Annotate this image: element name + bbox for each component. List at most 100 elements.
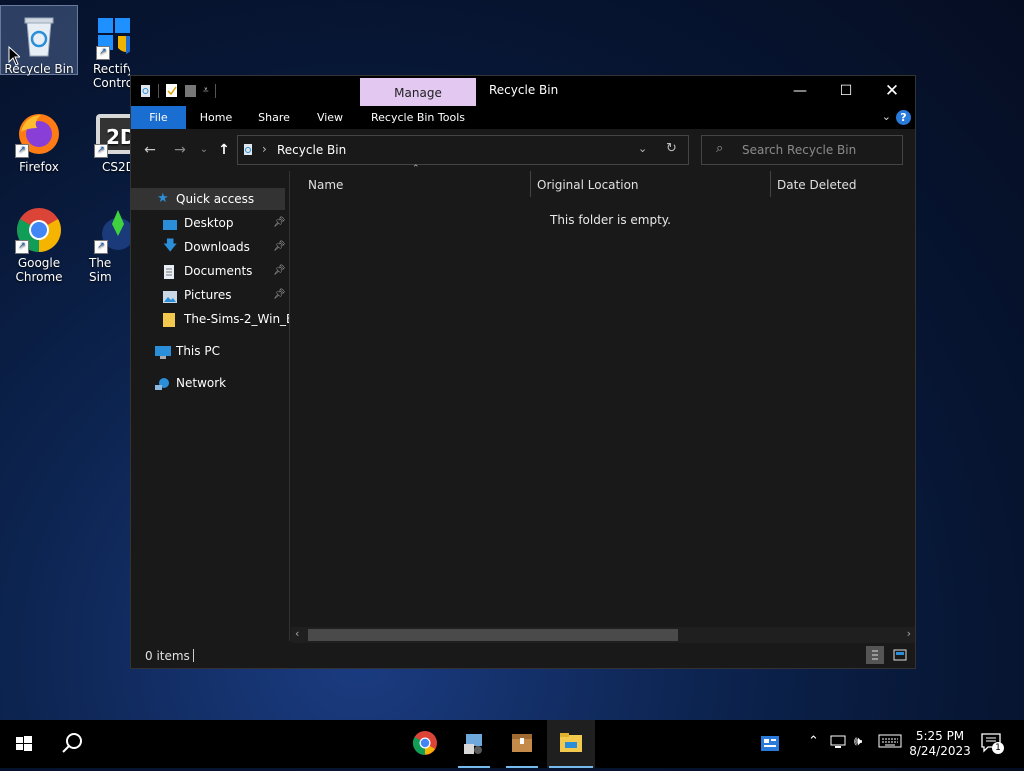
- close-button[interactable]: ✕: [869, 76, 915, 106]
- column-header-date-deleted[interactable]: Date Deleted: [777, 178, 857, 192]
- keyboard-icon[interactable]: [878, 734, 902, 752]
- firefox-icon: ↗: [15, 110, 63, 158]
- notification-center-button[interactable]: 1: [980, 732, 1006, 756]
- desktop-icon-label: Rectify11 Contro: [93, 62, 130, 90]
- nav-pictures[interactable]: Pictures 📌︎: [163, 284, 289, 306]
- desktop-icon-cs2d[interactable]: 2D ↗ CS2D: [80, 104, 130, 174]
- star-icon: ★: [157, 191, 169, 206]
- tab-home[interactable]: Home: [191, 106, 241, 129]
- maximize-button[interactable]: ☐: [823, 76, 869, 106]
- taskbar-control-panel[interactable]: [450, 720, 498, 768]
- navigation-pane: ★ Quick access Desktop 📌︎ 🡇 Downloads 📌︎…: [131, 171, 289, 641]
- search-button[interactable]: [48, 720, 96, 768]
- nav-label: This PC: [176, 344, 220, 358]
- tab-manage[interactable]: Manage: [360, 78, 476, 106]
- item-count: 0 items: [145, 649, 190, 663]
- nav-downloads[interactable]: 🡇 Downloads 📌︎: [163, 236, 289, 258]
- taskbar-chrome[interactable]: [401, 720, 449, 768]
- column-separator[interactable]: [530, 171, 531, 197]
- package-icon: [512, 734, 532, 752]
- pane-splitter[interactable]: [289, 171, 290, 641]
- clock-date: 8/24/2023: [909, 744, 971, 758]
- document-icon: [163, 264, 177, 279]
- column-header-original-location[interactable]: Original Location: [537, 178, 639, 192]
- clock-time: 5:25 PM: [915, 729, 965, 743]
- back-arrow-icon[interactable]: ←: [141, 141, 159, 159]
- desktop-icon-label: Google Chrome: [15, 256, 63, 284]
- window-title: Recycle Bin: [489, 83, 559, 97]
- taskbar-file-explorer[interactable]: [547, 720, 595, 768]
- refresh-icon[interactable]: ↻: [666, 141, 677, 156]
- column-header-name[interactable]: Name: [308, 178, 343, 192]
- details-view-icon[interactable]: [866, 646, 884, 664]
- navigation-bar: ← → ⌄ ↑ › Recycle Bin ⌄ ↻ ⌕ Search Recyc…: [131, 129, 915, 171]
- status-bar: 0 items: [131, 643, 915, 668]
- new-folder-icon[interactable]: [184, 83, 197, 98]
- nav-label: Network: [176, 376, 227, 390]
- nav-quick-access[interactable]: ★ Quick access: [131, 188, 285, 210]
- scrollbar-thumb[interactable]: [308, 629, 678, 641]
- search-box[interactable]: ⌕ Search Recycle Bin: [701, 135, 903, 165]
- minimize-button[interactable]: —: [777, 76, 823, 106]
- status-separator: [193, 649, 194, 662]
- taskbar-package-app[interactable]: [498, 720, 546, 768]
- widgets-button[interactable]: [746, 720, 794, 768]
- breadcrumb-chevron-icon[interactable]: ›: [262, 142, 267, 156]
- large-icons-view-icon[interactable]: [891, 646, 909, 664]
- tab-share[interactable]: Share: [249, 106, 299, 129]
- expand-ribbon-icon[interactable]: ⌄: [882, 110, 891, 123]
- desktop-icon-rectify11[interactable]: ↗ Rectify11 Contro: [80, 6, 130, 90]
- desktop-icon-the-sims[interactable]: ↗ The Sim: [80, 200, 130, 284]
- nav-folder-the-sims[interactable]: The-Sims-2_Win_EN: [163, 308, 289, 330]
- pictures-icon: [163, 288, 177, 303]
- forward-arrow-icon[interactable]: →: [171, 141, 189, 159]
- desktop-folder-icon: [163, 216, 177, 230]
- desktop-icon-label: Firefox: [19, 160, 59, 174]
- network-icon: [155, 376, 169, 390]
- show-hidden-icons-chevron-icon[interactable]: ⌃: [808, 734, 819, 749]
- desktop-icon-firefox[interactable]: ↗ Firefox: [1, 104, 77, 174]
- recent-locations-chevron-icon[interactable]: ⌄: [195, 141, 213, 159]
- customize-qat-icon[interactable]: ⩡: [203, 85, 209, 96]
- nav-label: The-Sims-2_Win_EN: [184, 312, 289, 326]
- tab-file[interactable]: File: [131, 106, 186, 129]
- system-clock[interactable]: 5:25 PM 8/24/2023: [902, 729, 978, 759]
- pin-icon: 📌︎: [273, 241, 286, 252]
- tab-view[interactable]: View: [307, 106, 353, 129]
- pin-icon: 📌︎: [273, 265, 286, 276]
- nav-documents[interactable]: Documents 📌︎: [163, 260, 289, 282]
- desktop-icon-label: The Sim: [89, 256, 112, 284]
- nav-desktop[interactable]: Desktop 📌︎: [163, 212, 289, 234]
- search-placeholder: Search Recycle Bin: [742, 143, 857, 157]
- properties-icon[interactable]: [165, 83, 178, 98]
- ribbon-tabs: File Home Share View Recycle Bin Tools ⌄…: [131, 106, 915, 129]
- up-arrow-icon[interactable]: ↑: [215, 141, 233, 159]
- start-button[interactable]: [0, 720, 48, 768]
- control-panel-icon: [464, 734, 482, 754]
- tab-recycle-bin-tools[interactable]: Recycle Bin Tools: [360, 106, 476, 129]
- breadcrumb-recycle-bin[interactable]: Recycle Bin: [277, 143, 346, 157]
- recycle-bin-small-icon: [242, 142, 254, 159]
- network-tray-icon[interactable]: [830, 734, 848, 754]
- recycle-bin-icon: [15, 12, 63, 60]
- search-icon: [62, 733, 82, 753]
- volume-icon[interactable]: 🕪︎: [854, 734, 862, 749]
- nav-this-pc[interactable]: This PC: [155, 340, 285, 362]
- scroll-left-icon[interactable]: ‹: [295, 627, 299, 640]
- nav-network[interactable]: Network: [155, 372, 285, 394]
- nav-label: Downloads: [184, 240, 250, 254]
- scroll-right-icon[interactable]: ›: [907, 627, 911, 640]
- widgets-icon: [761, 736, 779, 751]
- taskbar: ⌃ 🕪︎ 5:25 PM 8/24/2023 1: [0, 720, 1024, 768]
- help-icon[interactable]: ?: [896, 110, 911, 125]
- address-dropdown-icon[interactable]: ⌄: [638, 142, 647, 155]
- desktop-icon-chrome[interactable]: ↗ Google Chrome: [1, 200, 77, 284]
- download-arrow-icon: 🡇: [163, 238, 178, 254]
- chrome-icon: [412, 731, 437, 755]
- column-separator[interactable]: [770, 171, 771, 197]
- svg-text:2D: 2D: [106, 125, 130, 149]
- horizontal-scrollbar[interactable]: ‹ ›: [291, 627, 915, 643]
- title-bar: ⩡ Manage Recycle Bin — ☐ ✕: [131, 76, 915, 106]
- address-bar[interactable]: › Recycle Bin ⌄ ↻: [237, 135, 689, 165]
- sort-indicator-icon: ⌃: [412, 164, 420, 174]
